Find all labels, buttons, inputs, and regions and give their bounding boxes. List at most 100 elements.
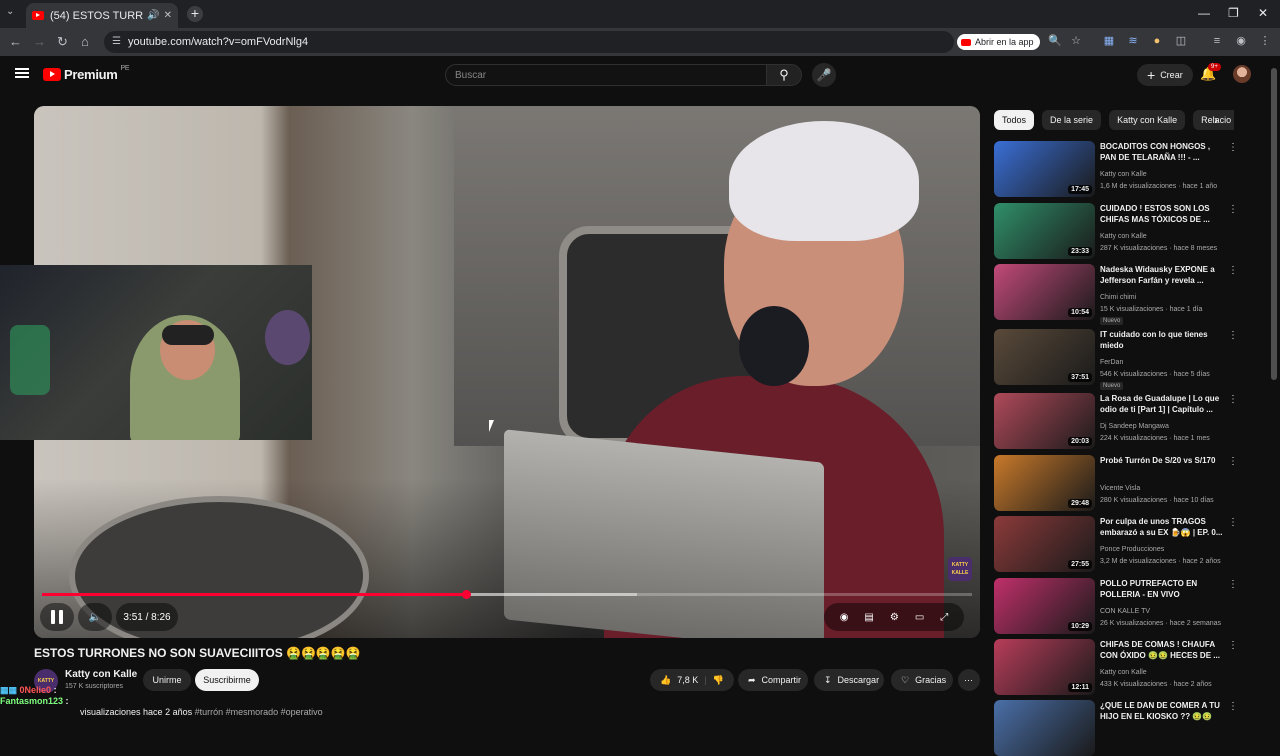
recommended-video[interactable]: 20:03 La Rosa de Guadalupe | Lo que odio … — [994, 393, 1239, 449]
more-actions-button[interactable]: ⋯ — [958, 669, 980, 691]
recommended-video[interactable]: 23:33 CUIDADO ! ESTOS SON LOS CHIFAS MAS … — [994, 203, 1239, 259]
volume-button[interactable]: 🔈 — [78, 603, 112, 631]
recommended-video-title[interactable]: Por culpa de unos TRAGOS embarazó a su E… — [1100, 516, 1224, 538]
hamburger-menu-icon[interactable] — [15, 68, 29, 78]
more-options-icon[interactable]: ⋮ — [1228, 204, 1238, 215]
recommended-channel-name[interactable]: Dj Sandeep Mangawa — [1100, 421, 1235, 433]
more-options-icon[interactable]: ⋮ — [1228, 456, 1238, 467]
video-thumbnail[interactable]: 23:33 — [994, 203, 1095, 259]
search-input[interactable]: Buscar — [445, 64, 767, 86]
browser-menu-icon[interactable]: ⋮ — [1258, 34, 1272, 48]
autoplay-toggle-icon[interactable]: ◉ — [840, 612, 849, 623]
zoom-icon[interactable]: 🔍 — [1048, 34, 1062, 48]
video-thumbnail[interactable]: 29:48 — [994, 455, 1095, 511]
chip-de-la-serie[interactable]: De la serie — [1042, 110, 1102, 130]
more-options-icon[interactable]: ⋮ — [1228, 142, 1238, 153]
more-options-icon[interactable]: ⋮ — [1228, 394, 1238, 405]
extension-icon[interactable]: ● — [1150, 34, 1164, 48]
recommended-video[interactable]: ¿QUE LE DAN DE COMER A TU HIJO EN EL KIO… — [994, 700, 1239, 756]
settings-gear-icon[interactable]: ⚙ — [890, 612, 899, 623]
dislike-icon[interactable]: 👎 — [713, 675, 724, 686]
account-avatar[interactable] — [1233, 65, 1251, 83]
fullscreen-icon[interactable]: ⤢ — [940, 612, 948, 623]
video-thumbnail[interactable]: 27:55 — [994, 516, 1095, 572]
recommended-channel-name[interactable]: Katty con Kalle — [1100, 169, 1235, 181]
maximize-button[interactable]: ❐ — [1228, 6, 1239, 20]
video-thumbnail[interactable]: 12:11 — [994, 639, 1095, 695]
video-thumbnail[interactable]: 17:45 — [994, 141, 1095, 197]
recommended-video-title[interactable]: POLLO PUTREFACTO EN POLLERIA - EN VIVO — [1100, 578, 1224, 600]
browser-tab[interactable]: (54) ESTOS TURRONES NO 🔊 ✕ — [26, 3, 178, 28]
video-thumbnail[interactable]: 20:03 — [994, 393, 1095, 449]
progress-bar[interactable] — [42, 590, 972, 599]
recommended-video-title[interactable]: ¿QUE LE DAN DE COMER A TU HIJO EN EL KIO… — [1100, 700, 1224, 722]
voice-search-button[interactable]: 🎤 — [812, 63, 836, 87]
recommended-video[interactable]: 37:51 IT cuidado con lo que tienes miedo F… — [994, 329, 1239, 390]
tab-search-icon[interactable]: ⌄ — [6, 6, 14, 17]
audio-extension-icon[interactable]: ≋ — [1126, 34, 1140, 48]
recommended-channel-name[interactable]: FerDan — [1100, 357, 1235, 369]
minimize-button[interactable]: — — [1198, 6, 1210, 20]
more-options-icon[interactable]: ⋮ — [1228, 579, 1238, 590]
more-options-icon[interactable]: ⋮ — [1228, 640, 1238, 651]
recommended-channel-name[interactable]: Ponce Producciones — [1100, 544, 1235, 556]
channel-watermark[interactable]: KATTY KALLE — [948, 557, 972, 581]
recommended-video-title[interactable]: CUIDADO ! ESTOS SON LOS CHIFAS MAS TÓXIC… — [1100, 203, 1224, 225]
new-tab-button[interactable]: + — [187, 6, 203, 22]
recommended-video[interactable]: 17:45 BOCADITOS CON HONGOS , PAN DE TELAR… — [994, 141, 1239, 197]
like-count[interactable]: 7,8 K — [677, 675, 698, 685]
recommended-video-title[interactable]: BOCADITOS CON HONGOS , PAN DE TELARAÑA !… — [1100, 141, 1224, 163]
chip-katty-con-kalle[interactable]: Katty con Kalle — [1109, 110, 1186, 130]
join-button[interactable]: Unirme — [143, 669, 191, 691]
theater-mode-icon[interactable]: ▭ — [915, 612, 924, 623]
open-in-app-button[interactable]: Abrir en la app — [957, 34, 1040, 50]
search-button[interactable]: ⚲ — [766, 64, 802, 86]
pause-button[interactable] — [40, 603, 74, 631]
description-summary[interactable]: visualizaciones hace 2 años #turrón #mes… — [34, 707, 323, 717]
progress-scrubber[interactable] — [462, 590, 472, 599]
page-scrollbar[interactable] — [1271, 68, 1277, 380]
recommended-video[interactable]: 27:55 Por culpa de unos TRAGOS embarazó a… — [994, 516, 1239, 572]
youtube-premium-logo[interactable]: Premium PE — [43, 65, 130, 82]
address-bar[interactable]: ☰ youtube.com/watch?v=omFVodrNlg4 — [104, 31, 954, 53]
extensions-puzzle-icon[interactable]: ◫ — [1174, 34, 1188, 48]
recommended-channel-name[interactable]: Vicente Visla — [1100, 483, 1235, 495]
recommended-video-title[interactable]: Nadeska Widausky EXPONE a Jefferson Farf… — [1100, 264, 1224, 286]
like-icon[interactable]: 👍 — [660, 675, 671, 686]
forward-icon[interactable]: → — [33, 34, 46, 49]
channel-name[interactable]: Katty con Kalle — [65, 669, 137, 680]
video-thumbnail[interactable]: 10:54 — [994, 264, 1095, 320]
chip-todos[interactable]: Todos — [994, 110, 1035, 130]
close-window-button[interactable]: ✕ — [1258, 6, 1268, 20]
thanks-button[interactable]: ♡ Gracias — [891, 669, 953, 691]
translate-extension-icon[interactable]: ▦ — [1102, 34, 1116, 48]
site-info-icon[interactable]: ☰ — [112, 36, 121, 47]
recommended-video[interactable]: 12:11 CHIFAS DE COMAS ! CHAUFA CON ÓXIDO … — [994, 639, 1239, 695]
create-button[interactable]: + Crear — [1137, 64, 1193, 86]
recommended-channel-name[interactable]: Katty con Kalle — [1100, 667, 1235, 679]
media-control-icon[interactable]: ≡ — [1210, 34, 1224, 48]
video-thumbnail[interactable]: 37:51 — [994, 329, 1095, 385]
recommended-channel-name[interactable]: CON KALLE TV — [1100, 606, 1235, 618]
more-options-icon[interactable]: ⋮ — [1228, 330, 1238, 341]
recommended-video[interactable]: 10:29 POLLO PUTREFACTO EN POLLERIA - EN V… — [994, 578, 1239, 634]
video-thumbnail[interactable] — [994, 700, 1095, 756]
more-options-icon[interactable]: ⋮ — [1228, 265, 1238, 276]
chevron-right-icon[interactable]: › — [1214, 113, 1218, 127]
speaker-icon[interactable]: 🔊 — [147, 10, 159, 21]
bookmark-star-icon[interactable]: ☆ — [1069, 34, 1083, 48]
subscribe-button[interactable]: Suscribirme — [195, 669, 259, 691]
recommended-channel-name[interactable]: Chimi chimi — [1100, 292, 1235, 304]
recommended-video[interactable]: 10:54 Nadeska Widausky EXPONE a Jefferson… — [994, 264, 1239, 325]
more-options-icon[interactable]: ⋮ — [1228, 701, 1238, 712]
share-button[interactable]: ➦ Compartir — [738, 669, 808, 691]
profile-icon[interactable]: ◉ — [1234, 34, 1248, 48]
reload-icon[interactable]: ↻ — [57, 34, 68, 50]
home-icon[interactable]: ⌂ — [81, 34, 89, 49]
subtitles-icon[interactable]: ▤ — [864, 612, 873, 623]
recommended-video-title[interactable]: La Rosa de Guadalupe | Lo que odio de ti… — [1100, 393, 1224, 415]
close-tab-icon[interactable]: ✕ — [164, 10, 172, 21]
recommended-video[interactable]: 29:48 Probé Turrón De S/20 vs S/170 Vicent… — [994, 455, 1239, 511]
recommended-video-title[interactable]: Probé Turrón De S/20 vs S/170 — [1100, 455, 1224, 466]
more-options-icon[interactable]: ⋮ — [1228, 517, 1238, 528]
